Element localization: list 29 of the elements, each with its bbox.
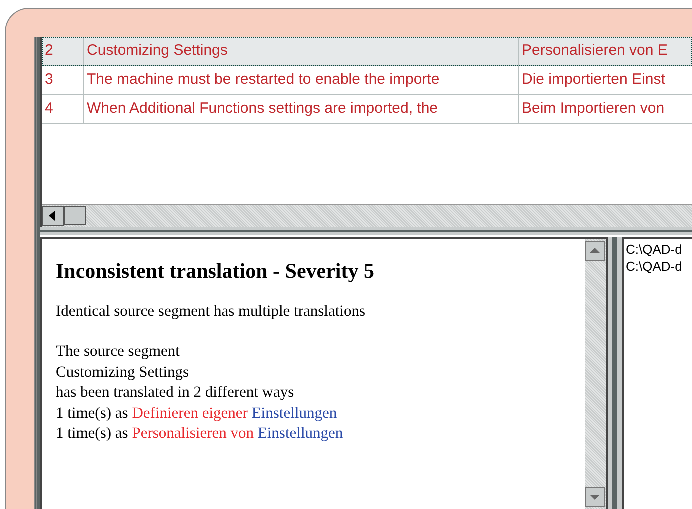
- table-cell-text: Personalisieren von E: [521, 41, 669, 61]
- pane-splitter[interactable]: [608, 237, 622, 509]
- file-path[interactable]: C:\QAD-d: [626, 241, 682, 258]
- report-line: 1 time(s) as Definieren eigener Einstellungen: [56, 404, 338, 424]
- table-cell: 2: [42, 37, 84, 65]
- horizontal-scrollbar[interactable]: [42, 204, 692, 227]
- report-line: 1 time(s) as Personalisieren von Einstellungen: [56, 424, 344, 444]
- scroll-left-icon[interactable]: [42, 206, 64, 226]
- scroll-down-icon[interactable]: [585, 487, 605, 507]
- table-cell: 3: [42, 66, 84, 94]
- vertical-scrollbar[interactable]: [585, 239, 606, 509]
- pane-splitter[interactable]: [40, 227, 692, 237]
- report-line: Customizing Settings: [56, 362, 190, 382]
- table-cell-text: Die importierten Einst: [521, 70, 666, 90]
- table-cell: Customizing Settings: [84, 37, 519, 65]
- report-line: has been translated in 2 different ways: [56, 383, 294, 403]
- table-cell: 4: [42, 95, 84, 123]
- table-row[interactable]: 4 When Additional Functions settings are imported, the Beim Importieren von: [42, 95, 692, 124]
- table-row[interactable]: 3 The machine must be restarted to enable the importe Die importierten Einst: [42, 66, 692, 95]
- scroll-thumb[interactable]: [64, 206, 86, 225]
- table-cell: The machine must be restarted to enable the importe: [84, 66, 519, 94]
- table-cell-text: Beim Importieren von: [521, 99, 666, 119]
- file-path[interactable]: C:\QAD-d: [626, 258, 682, 275]
- report-summary: Identical source segment has multiple translations: [56, 302, 366, 322]
- table-cell: When Additional Functions settings are imported, the: [84, 95, 519, 123]
- table-row[interactable]: 2 Customizing Settings Personalisieren von E: [42, 37, 692, 66]
- report-title: Inconsistent translation - Severity 5: [56, 261, 376, 282]
- scroll-up-icon[interactable]: [585, 241, 605, 261]
- report-line: The source segment: [56, 342, 180, 362]
